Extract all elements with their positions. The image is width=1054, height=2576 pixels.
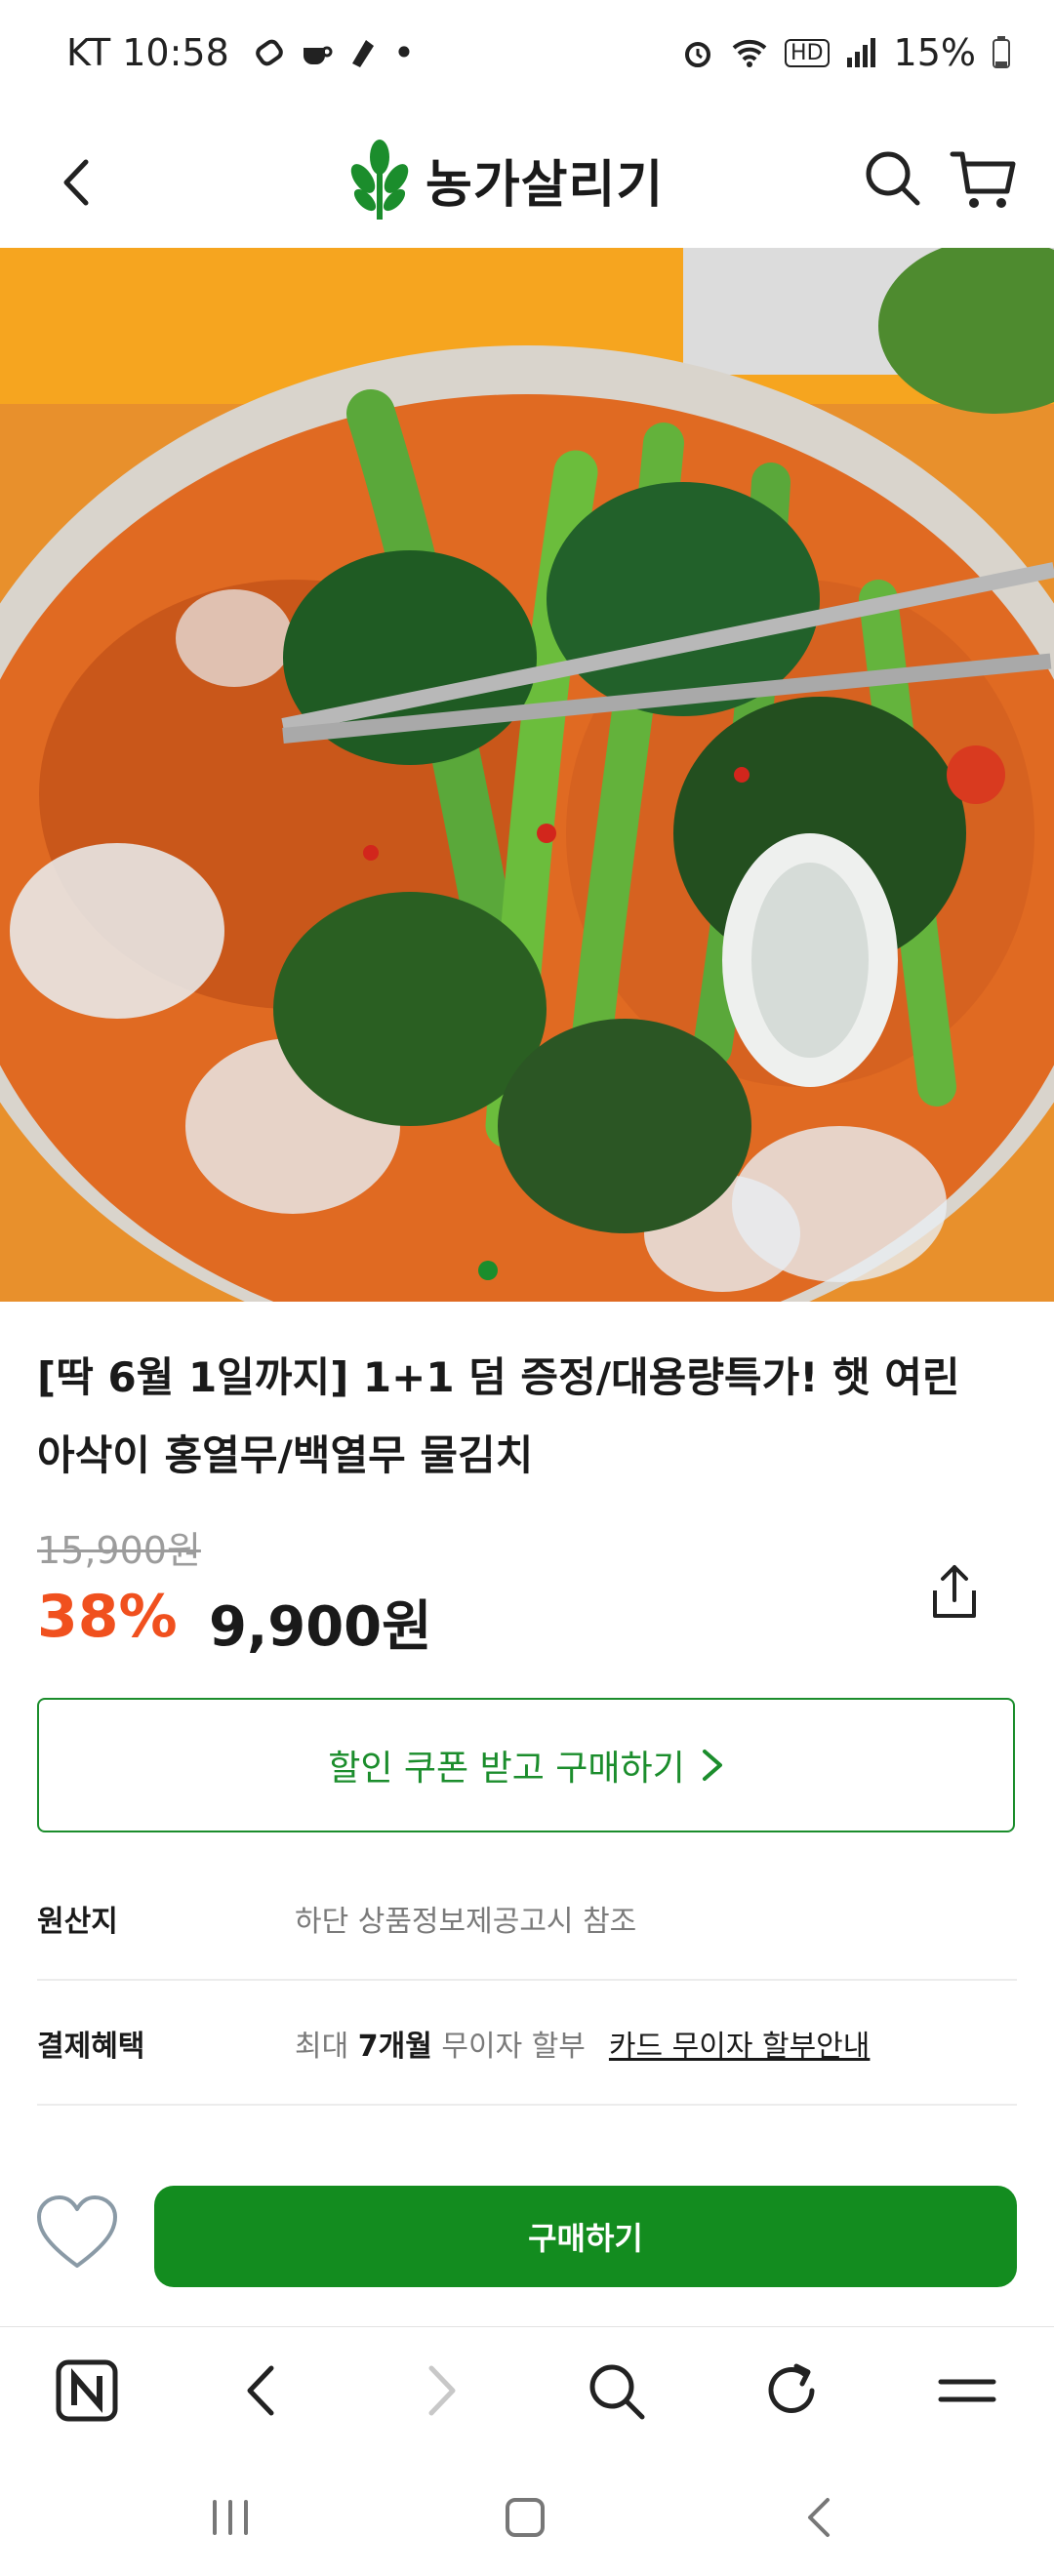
payment-value: 최대 7개월 무이자 할부: [295, 2022, 586, 2065]
payment-months: 7개월: [357, 2030, 432, 2064]
origin-value: 하단 상품정보제공고시 참조: [295, 1905, 637, 1939]
payment-suffix: 무이자 할부: [431, 2030, 586, 2064]
battery-percent: 15%: [893, 31, 976, 74]
cart-icon[interactable]: [947, 142, 1021, 217]
note-icon: [351, 40, 374, 67]
brand-logo[interactable]: 농가살리기: [347, 131, 664, 228]
payment-benefit-row: 결제혜택 최대 7개월 무이자 할부 카드 무이자 할부안내: [37, 1983, 1017, 2106]
product-title-line1: [딱 6월 1일까지] 1+1 덤 증정/대용량특가! 햇 여린: [37, 1353, 960, 1401]
carousel-dot-active[interactable]: [478, 1261, 498, 1280]
heart-icon[interactable]: [35, 2194, 119, 2272]
search-icon[interactable]: [859, 144, 927, 213]
alarm-icon: [685, 42, 711, 67]
payment-label: 결제혜택: [37, 2030, 145, 2064]
menu-icon[interactable]: [933, 2356, 1001, 2425]
naver-n-icon[interactable]: [53, 2356, 121, 2425]
back-icon[interactable]: [228, 2356, 297, 2425]
origin-row: 원산지 하단 상품정보제공고시 참조: [37, 1858, 1017, 1981]
recent-apps-icon[interactable]: [201, 2488, 260, 2547]
product-image-carousel[interactable]: [0, 248, 1054, 1302]
home-icon[interactable]: [496, 2488, 554, 2547]
brand-name: 농가살리기: [426, 155, 665, 215]
app-header: 농가살리기: [0, 115, 1054, 249]
signal-icon: [846, 38, 875, 67]
wifi-icon: [732, 39, 767, 67]
origin-label: 원산지: [37, 1905, 118, 1939]
refresh-icon[interactable]: [757, 2356, 826, 2425]
coupon-label: 할인 쿠폰 받고 구매하기: [328, 1749, 685, 1789]
system-back-icon[interactable]: [790, 2488, 849, 2547]
buy-button[interactable]: 구매하기: [154, 2186, 1017, 2287]
search-icon[interactable]: [582, 2356, 650, 2425]
share-icon[interactable]: [923, 1561, 986, 1624]
product-title: [딱 6월 1일까지] 1+1 덤 증정/대용량특가! 햇 여린 아삭이 홍열무…: [37, 1339, 974, 1495]
product-photo: [0, 248, 1054, 1302]
system-nav-bar: [0, 2453, 1054, 2576]
status-left: KT 10:58 •: [66, 31, 415, 74]
phone-link-icon: [255, 39, 283, 66]
payment-prefix: 최대: [295, 2030, 358, 2064]
leaf-logo-icon: [350, 140, 409, 220]
back-arrow-icon[interactable]: [43, 148, 111, 217]
status-dot: •: [392, 31, 416, 74]
coupon-buy-button[interactable]: 할인 쿠폰 받고 구매하기: [37, 1698, 1015, 1832]
coffee-icon: [303, 46, 333, 64]
forward-icon[interactable]: [406, 2356, 474, 2425]
status-right: HD 15%: [681, 31, 1011, 74]
browser-toolbar: [0, 2326, 1054, 2454]
product-title-line2: 아삭이 홍열무/백열무 물김치: [37, 1431, 534, 1479]
card-installment-link[interactable]: 카드 무이자 할부안내: [609, 2022, 870, 2065]
hd-icon: HD: [785, 38, 830, 67]
original-price: 15,900원: [37, 1529, 201, 1572]
chevron-right-icon: [702, 1750, 722, 1781]
status-bar: KT 10:58 • HD 15%: [0, 0, 1054, 115]
battery-icon: [993, 36, 1010, 68]
carrier-time: KT 10:58: [66, 31, 229, 74]
sale-price: 9,900원: [209, 1595, 432, 1659]
discount-rate: 38%: [37, 1583, 178, 1651]
